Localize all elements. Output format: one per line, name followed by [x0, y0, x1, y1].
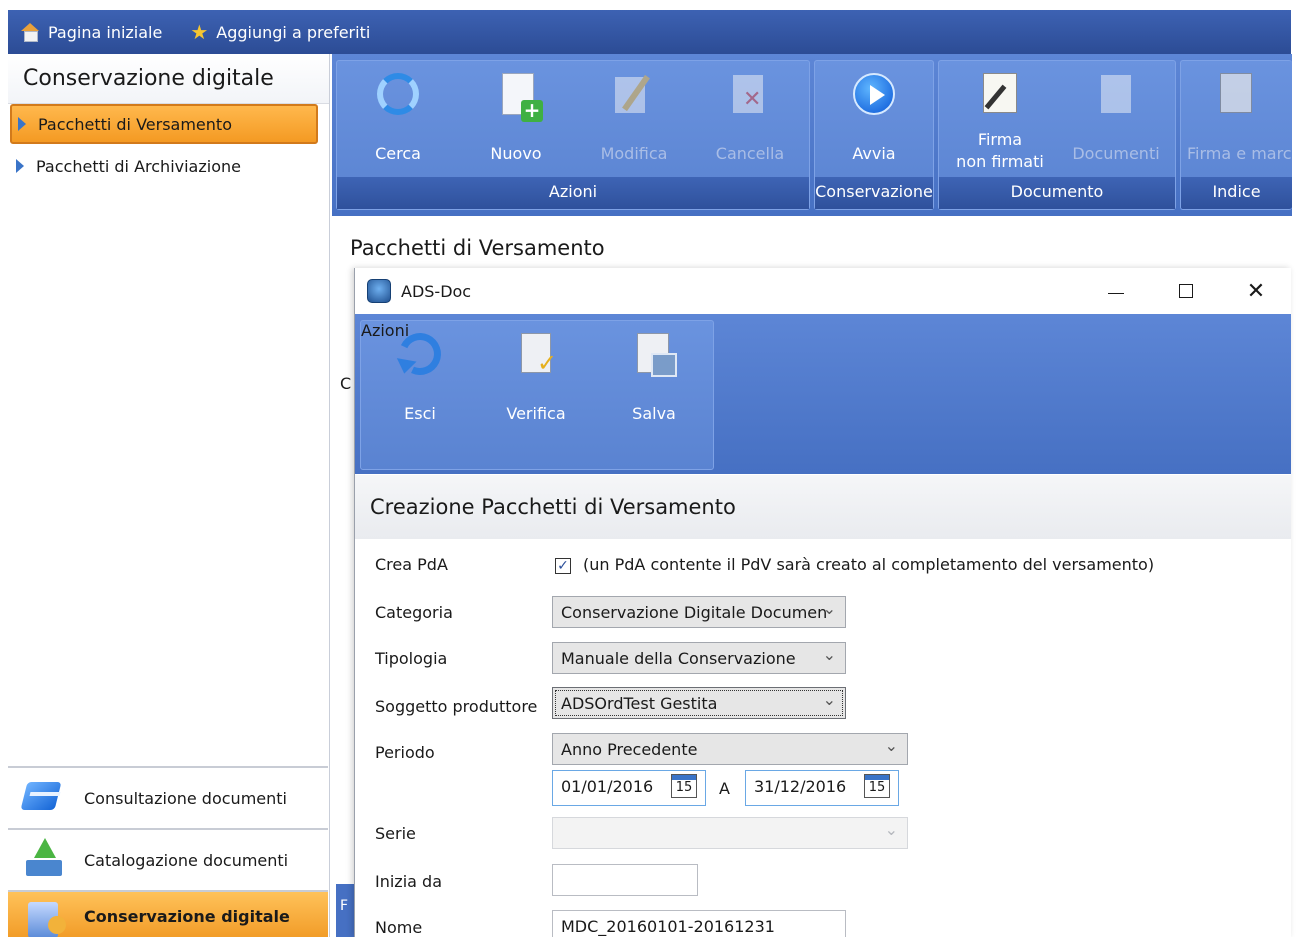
minimize-icon [1108, 292, 1124, 294]
cerca-button[interactable]: Cerca [343, 67, 453, 177]
main-ribbon: Cerca Nuovo Modifica Cancella Azioni Avv… [332, 54, 1292, 216]
nav-conservazione-digitale[interactable]: Conservazione digitale [8, 890, 328, 937]
favorites-bar: Pagina iniziale ★ Aggiungi a preferiti [8, 10, 1291, 54]
nav-label: Conservazione digitale [84, 906, 290, 926]
refresh-icon [377, 73, 419, 115]
obscured-label: C [340, 374, 352, 393]
salva-button[interactable]: Salva [599, 327, 709, 437]
group-label: Documento [939, 177, 1175, 209]
upload-icon [20, 838, 68, 882]
verifica-button[interactable]: Verifica [481, 327, 591, 437]
tipologia-select[interactable]: Manuale della Conservazione [552, 642, 846, 674]
section-title: Creazione Pacchetti di Versamento [355, 475, 1291, 539]
home-link[interactable]: Pagina iniziale [20, 23, 162, 42]
home-label: Pagina iniziale [48, 22, 163, 42]
ribbon-group-indice: Firma e marca Indice [1180, 60, 1292, 210]
serie-label: Serie [375, 824, 416, 843]
sidebar-item-label: Pacchetti di Archiviazione [36, 156, 241, 176]
app-icon [367, 279, 391, 303]
dialog-ribbon-group-azioni: Esci Verifica Salva Azioni [360, 320, 714, 470]
archive-icon [20, 894, 68, 937]
sign-document-icon [979, 73, 1021, 115]
sidebar: Conservazione digitale Pacchetti di Vers… [8, 54, 330, 937]
nuovo-button[interactable]: Nuovo [461, 67, 571, 177]
group-label: Indice [1181, 177, 1292, 209]
sidebar-item-pacchetti-versamento[interactable]: Pacchetti di Versamento [10, 104, 318, 144]
dialog-title: ADS-Doc [401, 281, 472, 301]
categoria-label: Categoria [375, 603, 453, 622]
crea-pda-note: (un PdA contente il PdV sarà creato al c… [583, 555, 1155, 574]
sidebar-item-label: Pacchetti di Versamento [38, 114, 232, 134]
calendar-icon[interactable]: 15 [671, 774, 697, 798]
folder-icon [20, 776, 68, 820]
ads-doc-dialog: ADS-Doc ✕ Esci Verifica Salva Azioni Cre… [354, 268, 1291, 937]
tipologia-label: Tipologia [375, 649, 448, 668]
expand-arrow-icon [18, 117, 26, 131]
crea-pda-label: Crea PdA [375, 555, 448, 574]
ribbon-group-conservazione: Avvia Conservazione [814, 60, 934, 210]
maximize-icon [1179, 284, 1193, 298]
documenti-button[interactable]: Documenti [1061, 67, 1171, 177]
sign-timestamp-icon [1216, 73, 1258, 115]
add-favorite-link[interactable]: ★ Aggiungi a preferiti [190, 20, 371, 44]
nav-label: Consultazione documenti [84, 788, 287, 808]
save-icon [633, 333, 677, 377]
categoria-select[interactable]: Conservazione Digitale Documen [552, 596, 846, 628]
nav-consultazione-documenti[interactable]: Consultazione documenti [8, 766, 328, 828]
esci-button[interactable]: Esci [365, 327, 475, 437]
date-from-field[interactable]: 01/01/2016 15 [552, 770, 706, 806]
periodo-label: Periodo [375, 743, 435, 762]
minimize-button[interactable] [1081, 268, 1151, 314]
home-icon [20, 23, 40, 42]
inizia-da-input[interactable] [552, 864, 698, 896]
avvia-button[interactable]: Avvia [819, 67, 929, 177]
group-label: Conservazione [815, 177, 933, 209]
close-icon: ✕ [1246, 278, 1266, 304]
firma-e-marca-button[interactable]: Firma e marca [1181, 67, 1292, 177]
date-to-field[interactable]: 31/12/2016 15 [745, 770, 899, 806]
cancella-button[interactable]: Cancella [695, 67, 805, 177]
inizia-da-label: Inizia da [375, 872, 442, 891]
new-document-icon [502, 73, 543, 122]
crea-pda-checkbox[interactable]: ✓ [555, 558, 571, 574]
play-icon [853, 73, 895, 115]
soggetto-produttore-label: Soggetto produttore [375, 697, 538, 716]
nav-label: Catalogazione documenti [84, 850, 289, 870]
expand-arrow-icon [16, 159, 24, 173]
star-icon: ★ [190, 20, 209, 44]
undo-icon [393, 327, 447, 381]
delete-icon [729, 73, 771, 115]
calendar-icon[interactable]: 15 [864, 774, 890, 798]
page-title: Pacchetti di Versamento [350, 236, 605, 260]
ribbon-group-azioni: Cerca Nuovo Modifica Cancella Azioni [336, 60, 810, 210]
periodo-select[interactable]: Anno Precedente [552, 733, 908, 765]
checklist-icon [515, 333, 557, 377]
nome-input[interactable]: MDC_20160101-20161231 [552, 910, 846, 937]
nome-label: Nome [375, 918, 423, 937]
date-range-separator: A [719, 779, 730, 798]
add-favorite-label: Aggiungi a preferiti [216, 22, 371, 42]
documents-icon [1095, 73, 1137, 115]
modifica-button[interactable]: Modifica [579, 67, 689, 177]
ribbon-group-documento: Firma non firmati Documenti Documento [938, 60, 1176, 210]
sidebar-title: Conservazione digitale [8, 54, 329, 104]
soggetto-produttore-select[interactable]: ADSOrdTest Gestita [552, 687, 846, 719]
maximize-button[interactable] [1151, 268, 1221, 314]
dialog-ribbon: Esci Verifica Salva Azioni [355, 314, 1291, 474]
edit-icon [613, 73, 655, 115]
nav-catalogazione-documenti[interactable]: Catalogazione documenti [8, 828, 328, 890]
close-button[interactable]: ✕ [1221, 268, 1291, 314]
firma-non-firmati-button[interactable]: Firma non firmati [945, 67, 1055, 177]
group-label: Azioni [337, 177, 809, 209]
serie-select[interactable] [552, 817, 908, 849]
sidebar-item-pacchetti-archiviazione[interactable]: Pacchetti di Archiviazione [10, 146, 318, 186]
obscured-panel: F [336, 884, 354, 937]
